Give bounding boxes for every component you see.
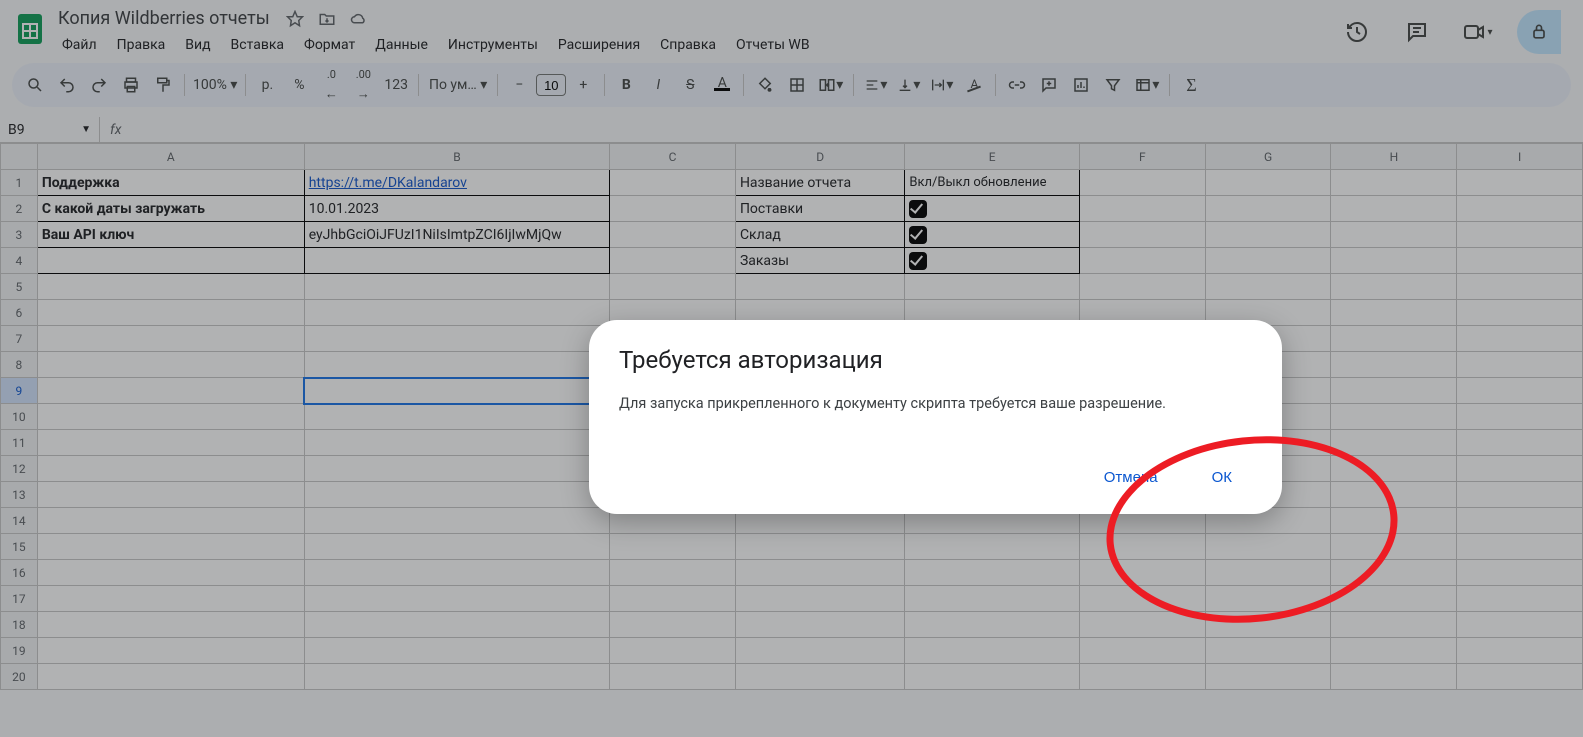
authorization-dialog: Требуется авторизация Для запуска прикре… bbox=[589, 320, 1282, 514]
cancel-button[interactable]: Отмена bbox=[1094, 461, 1168, 494]
dialog-title: Требуется авторизация bbox=[619, 346, 1252, 374]
dialog-message: Для запуска прикрепленного к документу с… bbox=[619, 392, 1252, 415]
ok-button[interactable]: ОК bbox=[1202, 461, 1242, 494]
